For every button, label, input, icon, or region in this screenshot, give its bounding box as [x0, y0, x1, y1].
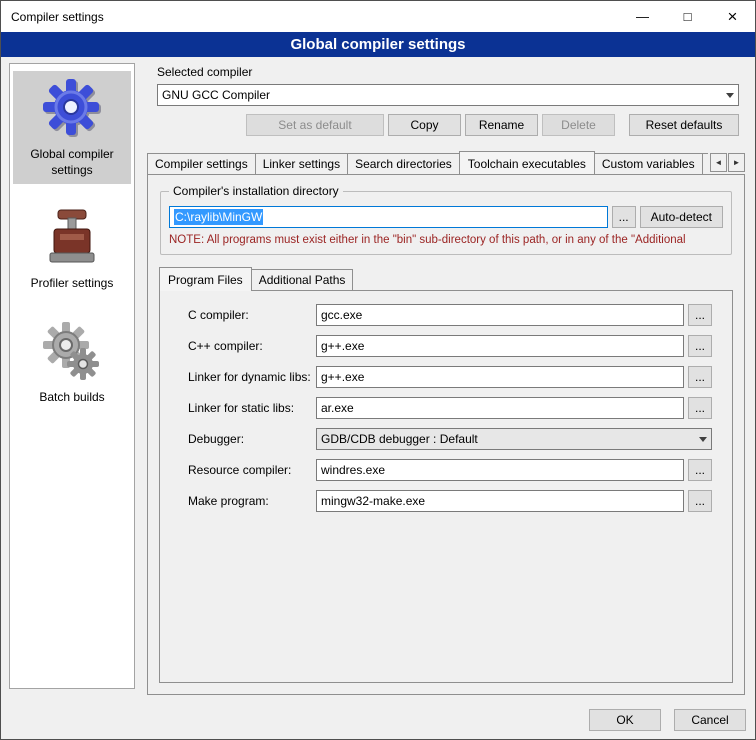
tab-scroll-left-icon[interactable]: ◄	[710, 153, 727, 172]
c-compiler-value: gcc.exe	[321, 308, 362, 322]
close-button[interactable]: ×	[710, 1, 755, 32]
dialog-footer: OK Cancel	[1, 701, 755, 739]
debugger-label: Debugger:	[188, 432, 316, 446]
installation-directory-row: C:\raylib\MinGW ... Auto-detect	[169, 206, 723, 228]
make-program-value: mingw32-make.exe	[321, 494, 425, 508]
chevron-down-icon	[726, 93, 734, 98]
subtab-program-files[interactable]: Program Files	[159, 267, 252, 291]
field-row-debugger: Debugger: GDB/CDB debugger : Default	[188, 428, 712, 450]
tab-toolchain-executables[interactable]: Toolchain executables	[459, 151, 595, 174]
field-row-c-compiler: C compiler: gcc.exe ...	[188, 304, 712, 326]
blue-gear-icon	[40, 76, 104, 140]
c-compiler-browse-button[interactable]: ...	[688, 304, 712, 326]
dynamic-linker-input[interactable]: g++.exe	[316, 366, 684, 388]
tab-search-directories[interactable]: Search directories	[347, 153, 460, 174]
cpp-compiler-browse-button[interactable]: ...	[688, 335, 712, 357]
tab-linker-settings[interactable]: Linker settings	[255, 153, 348, 174]
tab-scroll-right-icon[interactable]: ►	[728, 153, 745, 172]
compiler-actions-row: Set as default Copy Rename Delete Reset …	[157, 114, 739, 136]
delete-button[interactable]: Delete	[542, 114, 615, 136]
installation-directory-browse-button[interactable]: ...	[612, 206, 636, 228]
cpp-compiler-value: g++.exe	[321, 339, 364, 353]
compiler-settings-dialog: Compiler settings — □ × Global compiler …	[0, 0, 756, 740]
subtab-additional-paths[interactable]: Additional Paths	[251, 269, 354, 290]
sidebar-item-label: Batch builds	[39, 390, 104, 406]
tab-compiler-settings[interactable]: Compiler settings	[147, 153, 256, 174]
copy-button[interactable]: Copy	[388, 114, 461, 136]
settings-category-sidebar: Global compiler settings Profiler settin…	[9, 63, 135, 689]
tab-build-options[interactable]: Buil	[702, 153, 708, 174]
ok-button[interactable]: OK	[589, 709, 661, 731]
debugger-dropdown[interactable]: GDB/CDB debugger : Default	[316, 428, 712, 450]
auto-detect-button[interactable]: Auto-detect	[640, 206, 723, 228]
rename-button[interactable]: Rename	[465, 114, 538, 136]
title-bar[interactable]: Compiler settings — □ ×	[1, 1, 755, 32]
cancel-button[interactable]: Cancel	[674, 709, 746, 731]
static-linker-input[interactable]: ar.exe	[316, 397, 684, 419]
make-program-browse-button[interactable]: ...	[688, 490, 712, 512]
gray-gears-icon	[40, 319, 104, 383]
sidebar-item-global-compiler-settings[interactable]: Global compiler settings	[13, 71, 131, 184]
static-linker-label: Linker for static libs:	[188, 401, 316, 415]
field-row-static-linker: Linker for static libs: ar.exe ...	[188, 397, 712, 419]
dynamic-linker-value: g++.exe	[321, 370, 364, 384]
toolchain-executables-page: Compiler's installation directory C:\ray…	[147, 174, 745, 695]
resource-compiler-value: windres.exe	[321, 463, 385, 477]
sidebar-item-label: Profiler settings	[31, 276, 114, 292]
sidebar-item-label: Global compiler settings	[15, 147, 129, 178]
installation-directory-legend: Compiler's installation directory	[169, 184, 343, 198]
chevron-down-icon	[699, 437, 707, 442]
window-title: Compiler settings	[1, 10, 620, 24]
minimize-button[interactable]: —	[620, 1, 665, 32]
cpp-compiler-label: C++ compiler:	[188, 339, 316, 353]
tab-scroll-buttons: ◄ ►	[710, 153, 745, 172]
set-as-default-button[interactable]: Set as default	[246, 114, 384, 136]
profiler-tool-icon	[40, 205, 104, 269]
make-program-input[interactable]: mingw32-make.exe	[316, 490, 684, 512]
settings-tabstrip: Compiler settings Linker settings Search…	[147, 149, 745, 174]
make-program-label: Make program:	[188, 494, 316, 508]
dynamic-linker-browse-button[interactable]: ...	[688, 366, 712, 388]
c-compiler-label: C compiler:	[188, 308, 316, 322]
executables-subtabstrip: Program Files Additional Paths	[159, 267, 734, 290]
tab-custom-variables[interactable]: Custom variables	[594, 153, 703, 174]
installation-note: NOTE: All programs must exist either in …	[169, 234, 723, 246]
sidebar-item-batch-builds[interactable]: Batch builds	[13, 314, 131, 412]
program-files-page: C compiler: gcc.exe ... C++ compiler: g+…	[159, 290, 733, 683]
selected-compiler-dropdown[interactable]: GNU GCC Compiler	[157, 84, 739, 106]
field-row-cpp-compiler: C++ compiler: g++.exe ...	[188, 335, 712, 357]
resource-compiler-browse-button[interactable]: ...	[688, 459, 712, 481]
installation-directory-value: C:\raylib\MinGW	[174, 209, 263, 225]
field-row-dynamic-linker: Linker for dynamic libs: g++.exe ...	[188, 366, 712, 388]
cpp-compiler-input[interactable]: g++.exe	[316, 335, 684, 357]
page-title: Global compiler settings	[1, 32, 755, 57]
main-panel: Selected compiler GNU GCC Compiler Set a…	[144, 63, 747, 695]
selected-compiler-label: Selected compiler	[157, 65, 739, 79]
resource-compiler-label: Resource compiler:	[188, 463, 316, 477]
tabs-scroll-region: Compiler settings Linker settings Search…	[147, 151, 708, 174]
dynamic-linker-label: Linker for dynamic libs:	[188, 370, 316, 384]
reset-defaults-button[interactable]: Reset defaults	[629, 114, 739, 136]
installation-directory-group: Compiler's installation directory C:\ray…	[160, 191, 732, 255]
sidebar-item-profiler-settings[interactable]: Profiler settings	[13, 200, 131, 298]
c-compiler-input[interactable]: gcc.exe	[316, 304, 684, 326]
debugger-value: GDB/CDB debugger : Default	[321, 432, 693, 446]
field-row-make-program: Make program: mingw32-make.exe ...	[188, 490, 712, 512]
installation-directory-input[interactable]: C:\raylib\MinGW	[169, 206, 608, 228]
field-row-resource-compiler: Resource compiler: windres.exe ...	[188, 459, 712, 481]
static-linker-value: ar.exe	[321, 401, 354, 415]
maximize-button[interactable]: □	[665, 1, 710, 32]
selected-compiler-value: GNU GCC Compiler	[162, 88, 720, 102]
dialog-content: Global compiler settings Profiler settin…	[1, 57, 755, 701]
resource-compiler-input[interactable]: windres.exe	[316, 459, 684, 481]
static-linker-browse-button[interactable]: ...	[688, 397, 712, 419]
